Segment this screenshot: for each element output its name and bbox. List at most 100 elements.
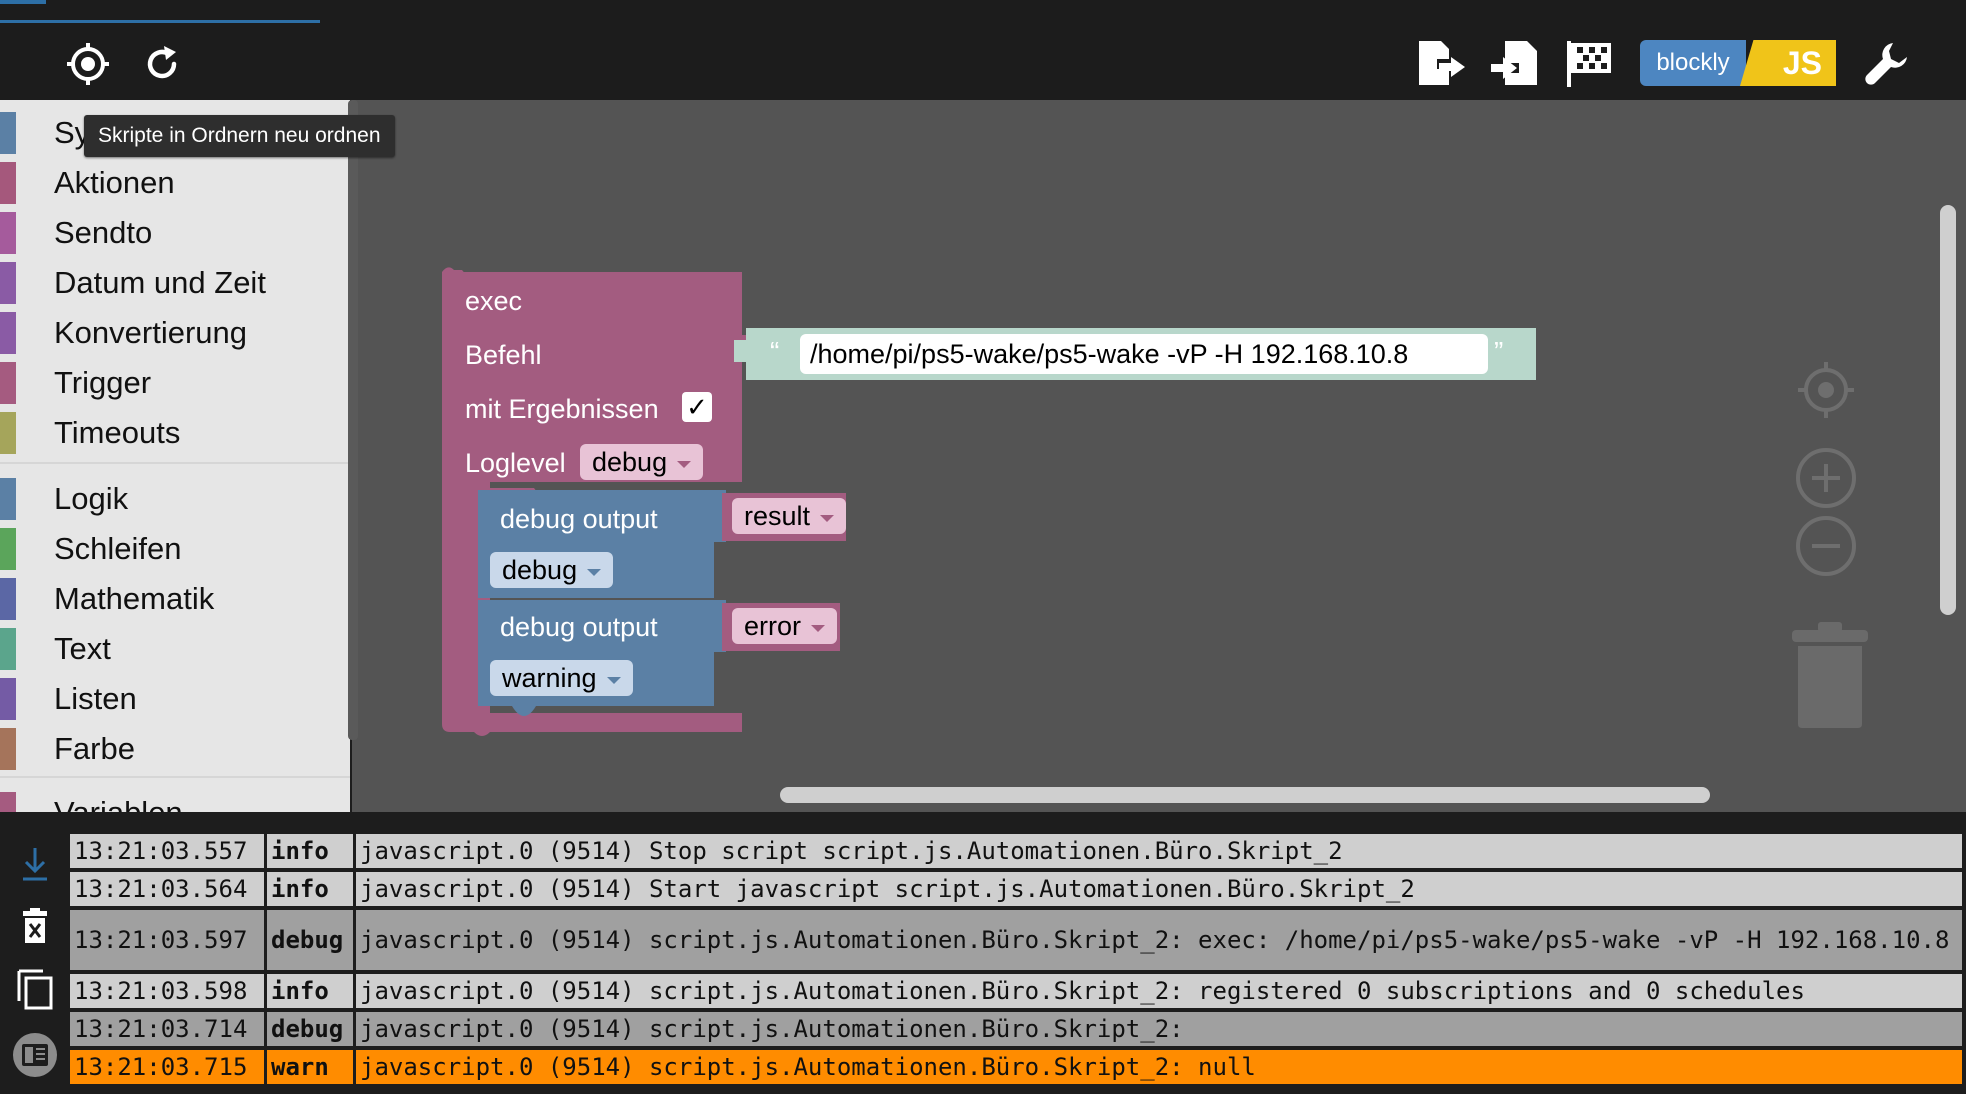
- command-input[interactable]: /home/pi/ps5-wake/ps5-wake -vP -H 192.16…: [800, 334, 1488, 374]
- import-icon[interactable]: [1488, 36, 1542, 90]
- category-color: [0, 628, 16, 670]
- log-level: info: [267, 834, 353, 868]
- toolbox-category-aktionen[interactable]: Aktionen: [0, 158, 350, 208]
- zoom-in-icon[interactable]: [1794, 446, 1858, 510]
- chevron-down-icon: [811, 624, 826, 632]
- tooltip: Skripte in Ordnern neu ordnen: [84, 115, 395, 157]
- toggle-log-icon[interactable]: [10, 1030, 60, 1080]
- toolbox-category-mathematik[interactable]: Mathematik: [0, 574, 350, 624]
- chevron-down-icon: [677, 460, 692, 468]
- category-separator: [0, 462, 350, 464]
- log-level: debug: [267, 1012, 353, 1046]
- toolbox-category-konvertierung[interactable]: Konvertierung: [0, 308, 350, 358]
- progress-indicator: [0, 0, 46, 4]
- toolbox-category-schleifen[interactable]: Schleifen: [0, 524, 350, 574]
- toolbox-scrollbar[interactable]: [348, 100, 358, 740]
- result-var-value: result: [744, 500, 811, 531]
- locate-icon[interactable]: [64, 40, 112, 88]
- toolbox-category-timeouts[interactable]: Timeouts: [0, 408, 350, 458]
- category-color: [0, 728, 16, 770]
- log-time: 13:21:03.597: [70, 910, 264, 970]
- log-time: 13:21:03.598: [70, 974, 264, 1008]
- category-color: [0, 212, 16, 254]
- mit-ergebnissen-checkbox[interactable]: ✓: [682, 392, 712, 422]
- category-label: Text: [54, 631, 111, 666]
- category-color: [0, 162, 16, 204]
- exec-block-title[interactable]: exec: [465, 286, 522, 317]
- zoom-out-icon[interactable]: [1794, 514, 1858, 578]
- trash-icon[interactable]: [1790, 620, 1870, 730]
- clear-log-icon[interactable]: [10, 904, 60, 948]
- scroll-down-icon[interactable]: [10, 844, 60, 884]
- category-color: [0, 362, 16, 404]
- log-panel: 13:21:03.557 info javascript.0 (9514) St…: [0, 812, 1966, 1094]
- toolbox-category-logik[interactable]: Logik: [0, 474, 350, 524]
- warning-level-dropdown[interactable]: warning: [490, 660, 633, 696]
- log-message: javascript.0 (9514) script.js.Automation…: [356, 1050, 1962, 1084]
- debug-output-1-label[interactable]: debug output: [500, 504, 658, 535]
- category-label: Listen: [54, 681, 137, 716]
- error-var-value: error: [744, 610, 802, 641]
- category-label: Timeouts: [54, 415, 181, 450]
- category-color: [0, 528, 16, 570]
- category-label: Konvertierung: [54, 315, 248, 350]
- toolbox-category-farbe[interactable]: Farbe: [0, 724, 350, 774]
- log-time: 13:21:03.564: [70, 872, 264, 906]
- log-row: 13:21:03.597 debug javascript.0 (9514) s…: [70, 910, 1962, 970]
- category-color: [0, 678, 16, 720]
- checkered-flag-icon[interactable]: [1562, 36, 1616, 90]
- export-icon[interactable]: [1414, 36, 1468, 90]
- toolbox-category-listen[interactable]: Listen: [0, 674, 350, 724]
- toolbox-category-text[interactable]: Text: [0, 624, 350, 674]
- wrench-icon[interactable]: [1860, 36, 1916, 92]
- recenter-icon[interactable]: [1794, 358, 1858, 422]
- blockly-js-toggle[interactable]: blockly JS: [1640, 40, 1836, 86]
- result-var-dropdown[interactable]: result: [732, 498, 847, 534]
- quote-open: “: [770, 336, 780, 367]
- log-sidebar: [0, 820, 70, 1094]
- debug-level-value: debug: [502, 554, 578, 585]
- category-label: Schleifen: [54, 531, 182, 566]
- blockly-workspace[interactable]: exec Befehl “ /home/pi/ps5-wake/ps5-wake…: [352, 100, 1966, 812]
- toolbox-category-variablen[interactable]: Variablen: [0, 788, 350, 812]
- category-separator: [0, 776, 350, 778]
- log-message: javascript.0 (9514) script.js.Automation…: [356, 910, 1962, 970]
- category-label: Datum und Zeit: [54, 265, 266, 300]
- befehl-label: Befehl: [465, 340, 542, 370]
- top-toolbar: blockly JS: [0, 0, 1966, 100]
- log-row: 13:21:03.714 debug javascript.0 (9514) s…: [70, 1012, 1962, 1046]
- log-level: debug: [267, 910, 353, 970]
- warning-level-value: warning: [502, 662, 597, 693]
- toolbox: Sy Aktionen Sendto Datum und Zeit Konver…: [0, 100, 350, 812]
- log-row: 13:21:03.598 info javascript.0 (9514) sc…: [70, 974, 1962, 1008]
- toolbox-category-sendto[interactable]: Sendto: [0, 208, 350, 258]
- debug-level-dropdown[interactable]: debug: [490, 552, 614, 588]
- toolbox-category-datum-und-zeit[interactable]: Datum und Zeit: [0, 258, 350, 308]
- category-label: Mathematik: [54, 581, 215, 616]
- log-row: 13:21:03.557 info javascript.0 (9514) St…: [70, 834, 1962, 868]
- refresh-icon[interactable]: [138, 40, 186, 88]
- loglevel-dropdown[interactable]: debug: [580, 444, 704, 480]
- chevron-down-icon: [820, 514, 835, 522]
- mit-ergebnissen-label: mit Ergebnissen: [465, 394, 659, 424]
- debug-output-2-label[interactable]: debug output: [500, 612, 658, 643]
- workspace-horizontal-scrollbar[interactable]: [780, 787, 1710, 803]
- log-message: javascript.0 (9514) Stop script script.j…: [356, 834, 1962, 868]
- category-color: [0, 578, 16, 620]
- log-message: javascript.0 (9514) Start javascript scr…: [356, 872, 1962, 906]
- category-color: [0, 792, 16, 812]
- category-color: [0, 478, 16, 520]
- copy-icon[interactable]: [10, 964, 60, 1014]
- blockly-label: blockly: [1640, 40, 1746, 86]
- category-label: Logik: [54, 481, 129, 516]
- error-var-dropdown[interactable]: error: [732, 608, 838, 644]
- workspace-vertical-scrollbar[interactable]: [1940, 205, 1956, 615]
- category-color: [0, 312, 16, 354]
- category-label: Aktionen: [54, 165, 175, 200]
- toolbox-category-trigger[interactable]: Trigger: [0, 358, 350, 408]
- log-row: 13:21:03.715 warn javascript.0 (9514) sc…: [70, 1050, 1962, 1084]
- category-color: [0, 412, 16, 454]
- chevron-down-icon: [606, 676, 621, 684]
- category-label: Trigger: [54, 365, 152, 400]
- log-level: warn: [267, 1050, 353, 1084]
